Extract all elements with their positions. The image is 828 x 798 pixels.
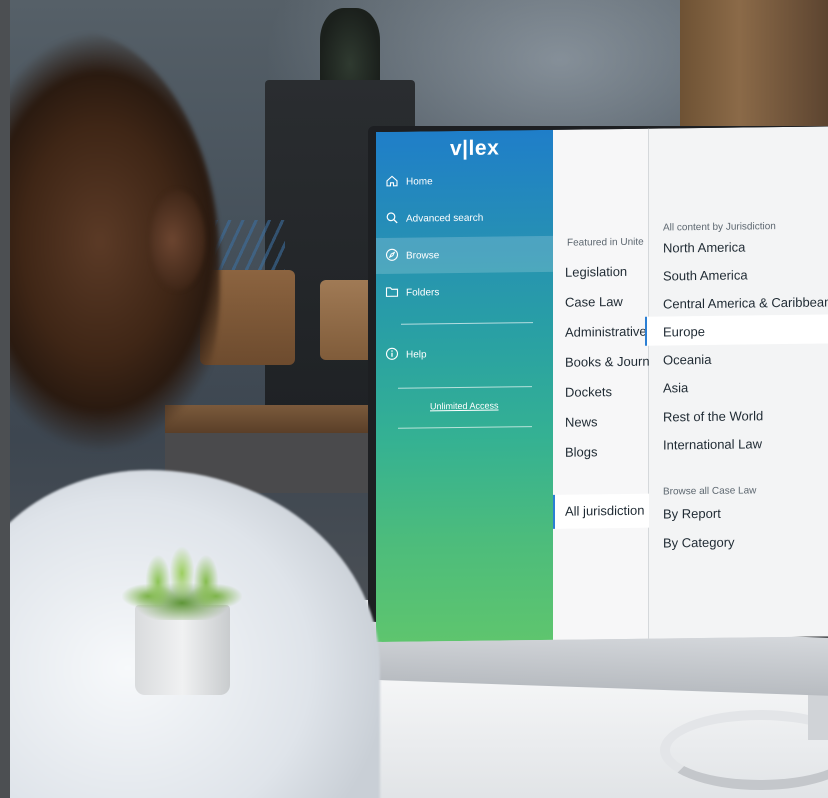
- case-law-by-report[interactable]: By Report: [663, 506, 721, 522]
- featured-item-legislation[interactable]: Legislation: [565, 264, 649, 280]
- jurisdiction-item-oceania[interactable]: Oceania: [663, 352, 711, 368]
- background-plant: [320, 8, 380, 88]
- featured-item-news[interactable]: News: [565, 414, 649, 429]
- jurisdiction-item-rest-of-world[interactable]: Rest of the World: [663, 408, 763, 424]
- jurisdiction-heading: All content by Jurisdiction: [663, 221, 776, 234]
- featured-column: Featured in Unite Legislation Case Law A…: [553, 128, 649, 640]
- featured-item-administrative[interactable]: Administrative: [565, 324, 649, 340]
- background-furniture: [680, 0, 828, 130]
- featured-item-blogs[interactable]: Blogs: [565, 444, 649, 459]
- sidebar: v|lex Home Advanced search Browse Folder…: [376, 129, 553, 643]
- sidebar-item-label: Folders: [406, 286, 440, 299]
- jurisdiction-item-international-law[interactable]: International Law: [663, 436, 762, 452]
- featured-item-dockets[interactable]: Dockets: [565, 384, 649, 400]
- sidebar-item-label: Help: [406, 348, 427, 361]
- case-law-by-category[interactable]: By Category: [663, 535, 735, 551]
- sidebar-item-label: Browse: [406, 249, 440, 262]
- featured-item-case-law[interactable]: Case Law: [565, 294, 649, 310]
- sidebar-divider: [401, 322, 533, 325]
- jurisdiction-item-asia[interactable]: Asia: [663, 380, 688, 395]
- sidebar-item-folders[interactable]: Folders: [376, 273, 553, 311]
- sidebar-item-browse[interactable]: Browse: [376, 235, 553, 274]
- jurisdiction-item-north-america[interactable]: North America: [663, 239, 745, 255]
- folder-icon: [385, 287, 399, 297]
- vlex-logo[interactable]: v|lex: [450, 136, 499, 161]
- featured-item-books-journals[interactable]: Books & Journ: [565, 354, 649, 370]
- case-law-heading: Browse all Case Law: [663, 485, 757, 498]
- jurisdiction-column: All content by Jurisdiction North Americ…: [645, 126, 828, 639]
- background-shelf: [165, 405, 385, 433]
- jurisdiction-item-central-america[interactable]: Central America & Caribbean: [663, 294, 828, 311]
- sidebar-item-home[interactable]: Home: [376, 162, 553, 200]
- info-icon: [385, 347, 399, 360]
- left-edge-bar: [0, 0, 10, 798]
- office-background: v|lex Home Advanced search Browse Folder…: [0, 0, 828, 798]
- sidebar-item-label: Advanced search: [406, 212, 484, 225]
- person-ear: [150, 190, 205, 290]
- jurisdiction-item-south-america[interactable]: South America: [663, 267, 748, 283]
- succulent-plant: [122, 535, 242, 620]
- sidebar-item-advanced-search[interactable]: Advanced search: [376, 199, 553, 237]
- monitor-screen: v|lex Home Advanced search Browse Folder…: [376, 126, 828, 643]
- sidebar-item-label: Home: [406, 175, 433, 188]
- compass-icon: [385, 248, 399, 261]
- jurisdiction-item-europe[interactable]: Europe: [663, 324, 705, 340]
- sidebar-divider: [398, 386, 532, 389]
- sidebar-divider: [398, 426, 532, 429]
- unlimited-access-link[interactable]: Unlimited Access: [430, 401, 499, 412]
- all-jurisdictions-item[interactable]: All jurisdiction: [565, 503, 649, 519]
- search-icon: [386, 212, 398, 224]
- featured-heading: Featured in Unite: [567, 236, 644, 249]
- home-icon: [386, 175, 398, 187]
- sidebar-item-help[interactable]: Help: [376, 335, 553, 373]
